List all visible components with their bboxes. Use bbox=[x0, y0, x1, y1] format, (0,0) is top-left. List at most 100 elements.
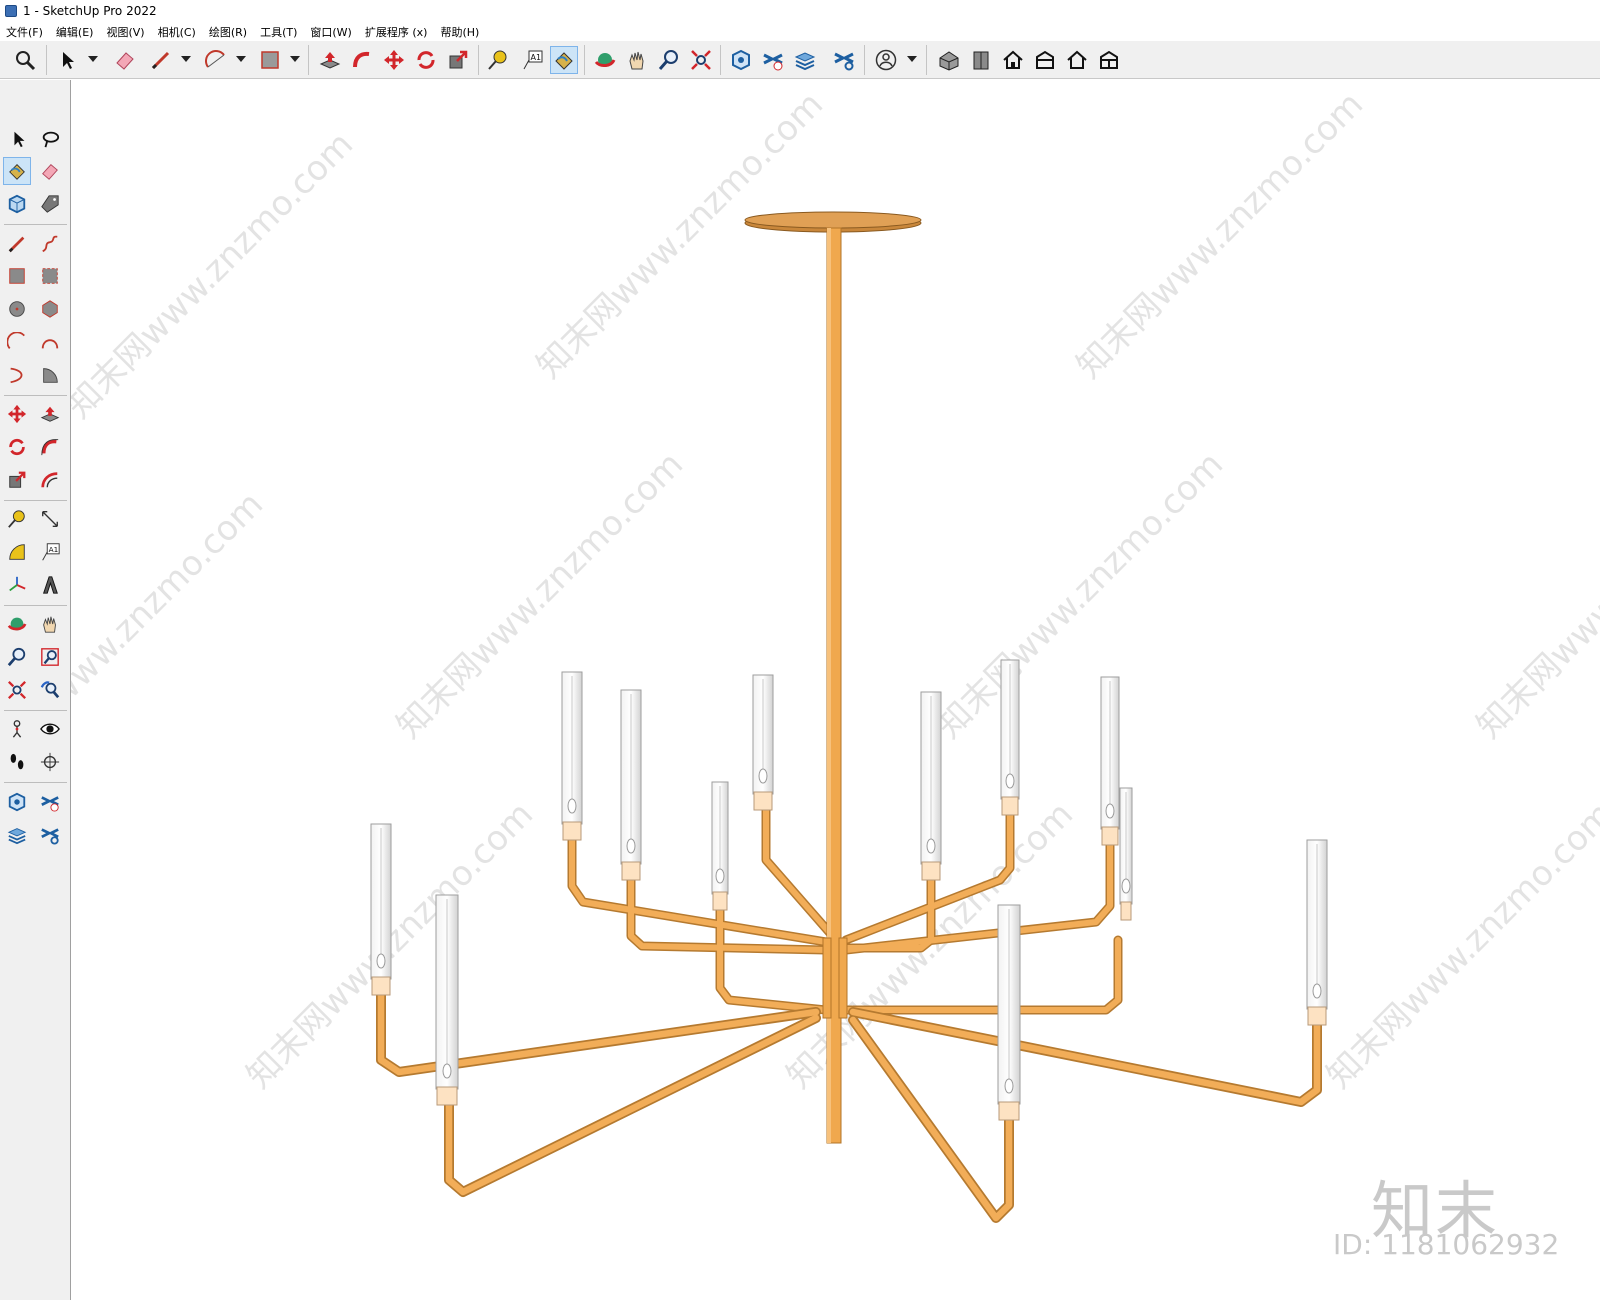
sb-lasso-button[interactable] bbox=[36, 125, 64, 153]
follow-me-icon bbox=[353, 51, 370, 68]
arc-dropdown-arrow[interactable] bbox=[236, 56, 246, 62]
extension-manager-button[interactable] bbox=[830, 46, 858, 74]
watermark-id: ID: 1181062932 bbox=[1333, 1228, 1560, 1261]
orbit-button[interactable] bbox=[591, 46, 619, 74]
candle-tube bbox=[752, 674, 774, 811]
dimension-icon bbox=[42, 511, 58, 527]
sb-push-pull-button[interactable] bbox=[36, 400, 64, 428]
sb-eraser-button[interactable] bbox=[36, 157, 64, 185]
menu-camera[interactable]: 相机(C) bbox=[158, 24, 196, 40]
rectangle-dropdown-arrow[interactable] bbox=[290, 56, 300, 62]
paint-bucket-button[interactable] bbox=[550, 46, 578, 74]
zoom-button[interactable] bbox=[11, 46, 39, 74]
account-icon bbox=[875, 49, 897, 71]
arc-icon bbox=[205, 50, 225, 68]
sb-polygon-button[interactable] bbox=[36, 295, 64, 323]
sb-tape-measure-button[interactable] bbox=[3, 505, 31, 533]
select-dropdown-arrow[interactable] bbox=[88, 56, 98, 62]
menu-extensions[interactable]: 扩展程序 (x) bbox=[365, 24, 428, 40]
sb-extension-manager-button[interactable] bbox=[36, 821, 64, 849]
push-pull-button[interactable] bbox=[316, 46, 344, 74]
sb-layout-button[interactable] bbox=[3, 821, 31, 849]
sb-circle-button[interactable] bbox=[3, 295, 31, 323]
sb-dimension-button[interactable] bbox=[36, 505, 64, 533]
sb-protractor-button[interactable] bbox=[3, 538, 31, 566]
account-dropdown-arrow[interactable] bbox=[907, 56, 917, 62]
warehouse-button[interactable] bbox=[727, 46, 755, 74]
sb-follow-me-button[interactable] bbox=[36, 433, 64, 461]
zoom-tool-button[interactable] bbox=[655, 46, 683, 74]
scale-button[interactable] bbox=[444, 46, 472, 74]
iso-view-button[interactable] bbox=[935, 46, 963, 74]
sb-component-button[interactable] bbox=[3, 190, 31, 218]
menu-tools[interactable]: 工具(T) bbox=[260, 24, 297, 40]
sb-arc-button[interactable] bbox=[3, 328, 31, 356]
back-view-button[interactable] bbox=[1063, 46, 1091, 74]
sb-look-around-button[interactable] bbox=[36, 715, 64, 743]
sb-text-button[interactable]: A1 bbox=[36, 538, 64, 566]
follow-me-button[interactable] bbox=[348, 46, 376, 74]
sb-orbit-button[interactable] bbox=[3, 610, 31, 638]
front-view-button[interactable] bbox=[999, 46, 1027, 74]
sb-3d-text-button[interactable] bbox=[36, 571, 64, 599]
sb-previous-view-button[interactable] bbox=[36, 676, 64, 704]
watermark-text: 知末网www.znzmo.com bbox=[389, 444, 691, 746]
move-button[interactable] bbox=[380, 46, 408, 74]
watermark-text: 知末网www.znzmo.com bbox=[1469, 444, 1600, 746]
orbit-icon bbox=[7, 617, 27, 631]
sb-axes-button[interactable] bbox=[3, 571, 31, 599]
sb-position-camera-button[interactable] bbox=[3, 715, 31, 743]
candle-tube bbox=[997, 904, 1021, 1121]
menu-view[interactable]: 视图(V) bbox=[106, 24, 144, 40]
arc-button[interactable] bbox=[202, 46, 230, 74]
rectangle-button[interactable] bbox=[256, 46, 284, 74]
sb-rotated-rectangle-button[interactable] bbox=[36, 262, 64, 290]
sb-extension-warehouse-button[interactable] bbox=[36, 788, 64, 816]
sb-select-button[interactable] bbox=[5, 125, 33, 153]
sb-offset-button[interactable] bbox=[36, 466, 64, 494]
sb-pan-button[interactable] bbox=[36, 610, 64, 638]
sb-3point-arc-button[interactable] bbox=[3, 361, 31, 389]
sb-2point-arc-button[interactable] bbox=[36, 328, 64, 356]
sb-scale-button[interactable] bbox=[3, 466, 31, 494]
extension-warehouse-button[interactable] bbox=[759, 46, 787, 74]
rotate-button[interactable] bbox=[412, 46, 440, 74]
layout-button[interactable] bbox=[791, 46, 819, 74]
sb-zoom-button[interactable] bbox=[3, 643, 31, 671]
sb-section-plane-button[interactable] bbox=[36, 748, 64, 776]
left-view-button[interactable] bbox=[1095, 46, 1123, 74]
layout-icon bbox=[794, 52, 816, 71]
sb-tag-button[interactable] bbox=[36, 190, 64, 218]
menu-edit[interactable]: 编辑(E) bbox=[56, 24, 94, 40]
pan-button[interactable] bbox=[623, 46, 651, 74]
sb-line-button[interactable] bbox=[3, 230, 31, 258]
select-button[interactable] bbox=[54, 46, 82, 74]
sb-walk-button[interactable] bbox=[3, 748, 31, 776]
sb-paint-bucket-button[interactable] bbox=[3, 157, 31, 185]
menu-draw[interactable]: 绘图(R) bbox=[209, 24, 247, 40]
right-view-button[interactable] bbox=[1031, 46, 1059, 74]
sb-freehand-button[interactable] bbox=[36, 230, 64, 258]
menu-file[interactable]: 文件(F) bbox=[6, 24, 43, 40]
pencil-dropdown-arrow[interactable] bbox=[181, 56, 191, 62]
text-button[interactable]: A1 bbox=[518, 46, 546, 74]
sb-rectangle-button[interactable] bbox=[3, 262, 31, 290]
sb-pie-button[interactable] bbox=[36, 361, 64, 389]
eraser-button[interactable] bbox=[111, 46, 139, 74]
sb-zoom-extents-button[interactable] bbox=[3, 676, 31, 704]
zoom-extents-button[interactable] bbox=[687, 46, 715, 74]
sb-zoom-window-button[interactable] bbox=[36, 643, 64, 671]
sb-rotate-button[interactable] bbox=[3, 433, 31, 461]
menu-window[interactable]: 窗口(W) bbox=[310, 24, 351, 40]
sb-move-button[interactable] bbox=[3, 400, 31, 428]
menu-help[interactable]: 帮助(H) bbox=[440, 24, 479, 40]
walk-icon bbox=[10, 753, 24, 770]
tape-measure-button[interactable] bbox=[484, 46, 512, 74]
pencil-button[interactable] bbox=[147, 46, 175, 74]
model-viewport[interactable]: 知末网www.znzmo.com 知末网www.znzmo.com 知末网www… bbox=[71, 80, 1600, 1300]
candle-tube bbox=[1100, 676, 1120, 846]
top-view-button[interactable] bbox=[967, 46, 995, 74]
sb-warehouse-button[interactable] bbox=[3, 788, 31, 816]
candle-tube bbox=[435, 894, 459, 1106]
account-button[interactable] bbox=[872, 46, 900, 74]
